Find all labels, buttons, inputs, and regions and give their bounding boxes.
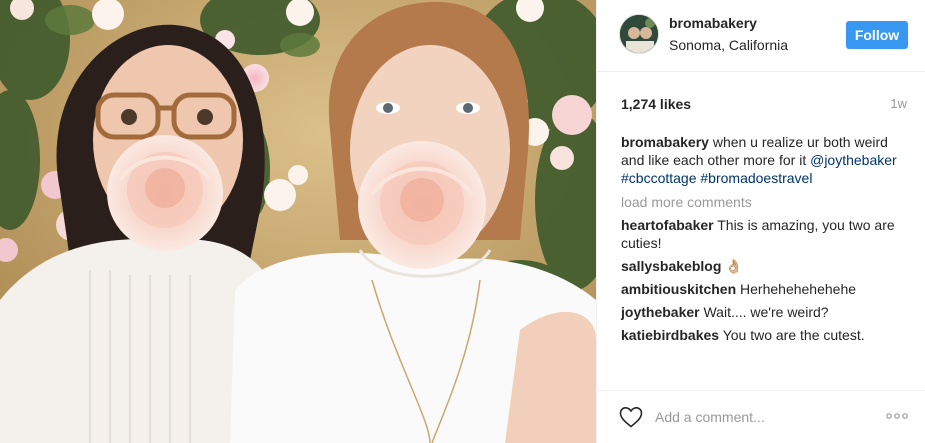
post-username[interactable]: bromabakery xyxy=(669,15,757,31)
comments-list: bromabakery when u realize ur both weird… xyxy=(621,133,911,349)
comment-text: Herhehehehehehe xyxy=(736,281,857,297)
hashtag-link[interactable]: #bromadoestravel xyxy=(700,170,812,186)
post-location[interactable]: Sonoma, California xyxy=(669,37,788,53)
comment-text: Wait.... we're weird? xyxy=(699,304,829,320)
comment-item: heartofabaker This is amazing, you two a… xyxy=(621,216,911,252)
comment-item: ambitiouskitchen Herhehehehehehe xyxy=(621,280,911,298)
hashtag-link[interactable]: #cbccottage xyxy=(621,170,697,186)
heart-icon[interactable] xyxy=(619,406,643,433)
comment-text: You two are the cutest. xyxy=(719,327,865,343)
caption-username[interactable]: bromabakery xyxy=(621,134,709,150)
post-photo[interactable] xyxy=(0,0,596,443)
likes-count[interactable]: 1,274 likes xyxy=(621,96,691,112)
comment-item: katiebirdbakes You two are the cutest. xyxy=(621,326,911,344)
post-header: bromabakery Sonoma, California Follow xyxy=(597,0,925,72)
comment-username[interactable]: sallysbakeblog xyxy=(621,258,721,274)
comment-username[interactable]: heartofabaker xyxy=(621,217,714,233)
rose-right xyxy=(358,141,486,269)
post-footer: Add a comment... xyxy=(597,390,925,443)
comment-text: 👌🏼 xyxy=(721,258,743,274)
instagram-post: bromabakery Sonoma, California Follow 1,… xyxy=(0,0,925,443)
mention-link[interactable]: @joythebaker xyxy=(810,152,897,168)
rose-left xyxy=(107,135,223,251)
avatar[interactable] xyxy=(619,14,659,54)
post-time[interactable]: 1w xyxy=(890,96,907,111)
comment-username[interactable]: joythebaker xyxy=(621,304,700,320)
avatar-image xyxy=(620,15,658,53)
more-options-icon[interactable] xyxy=(884,403,910,434)
comment-item: sallysbakeblog 👌🏼 xyxy=(621,257,911,275)
selfie-image xyxy=(0,0,596,443)
caption: bromabakery when u realize ur both weird… xyxy=(621,133,911,187)
comment-username[interactable]: katiebirdbakes xyxy=(621,327,719,343)
comment-username[interactable]: ambitiouskitchen xyxy=(621,281,736,297)
comment-item: joythebaker Wait.... we're weird? xyxy=(621,303,911,321)
load-more-comments-link[interactable]: load more comments xyxy=(621,193,911,211)
post-side-panel: bromabakery Sonoma, California Follow 1,… xyxy=(596,0,925,443)
add-comment-input[interactable]: Add a comment... xyxy=(655,409,765,425)
follow-button[interactable]: Follow xyxy=(846,21,908,49)
